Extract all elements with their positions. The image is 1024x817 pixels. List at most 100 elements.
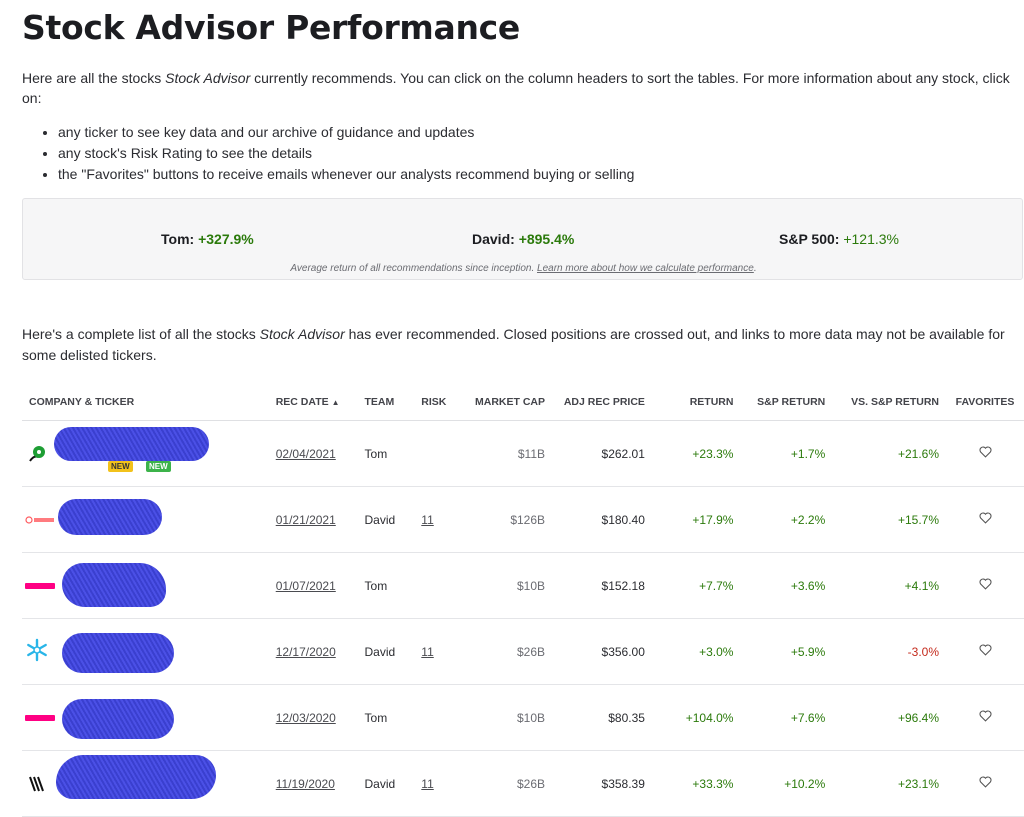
vs-sp-return-cell: +96.4% [832,684,947,751]
david-performance: David: +895.4% [472,231,575,247]
header-vs-sp-return[interactable]: vs. S&P Return [832,384,947,421]
performance-summary: Tom: +327.9% David: +895.4% S&P 500: +12… [22,198,1023,280]
rec-date-link[interactable]: 12/03/2020 [276,711,336,725]
return-cell: +23.3% [651,420,741,487]
risk-cell[interactable] [414,684,464,751]
company-cell[interactable] [22,750,269,817]
table-row: 12/17/2020 David 11 $26B $356.00 +3.0% +… [22,618,1024,685]
adj-rec-price-cell: $356.00 [552,618,652,685]
heart-outline-icon[interactable] [979,710,992,725]
company-cell[interactable] [22,486,269,553]
airbnb-logo-icon [24,509,58,531]
sp-return-cell: +7.6% [740,684,833,751]
instruction-item: the "Favorites" buttons to receive email… [58,164,634,185]
lemonade-logo-icon [24,575,56,597]
company-cell[interactable] [22,684,269,751]
market-cap-cell: $10B [463,552,553,619]
company-cell[interactable]: NEW NEW [22,420,269,487]
company-cell[interactable] [22,618,269,685]
team-cell: David [357,750,415,817]
redacted-company-name [62,563,166,607]
redacted-company-name [54,427,209,461]
risk-rating-link[interactable]: 11 [421,645,433,659]
header-sp-return[interactable]: S&P Return [740,384,833,421]
market-cap-cell: $126B [463,486,553,553]
market-cap-cell: $11B [463,420,553,487]
company-cell[interactable] [22,552,269,619]
sp-return-cell: +3.6% [740,552,833,619]
market-cap-cell: $26B [463,618,553,685]
adj-rec-price-cell: $80.35 [552,684,652,751]
rec-date-link[interactable]: 11/19/2020 [276,777,335,791]
vs-sp-return-cell: +21.6% [832,420,947,487]
rec-date-link[interactable]: 01/21/2021 [276,513,336,527]
table-header-row: Company & Ticker Rec Date ▲ Team Risk Mar… [22,384,1024,421]
rec-date-link[interactable]: 01/07/2021 [276,579,336,593]
lemonade-logo-icon [24,707,56,729]
header-rec-date[interactable]: Rec Date ▲ [268,384,358,421]
zebra-logo-icon [24,773,50,795]
team-cell: Tom [357,684,415,751]
header-company[interactable]: Company & Ticker [22,384,269,421]
table-row: NEW NEW 02/04/2021 Tom $11B $262.01 +23.… [22,420,1024,487]
status-badge: NEW [146,461,171,472]
learn-more-link[interactable]: Learn more about how we calculate perfor… [537,263,754,274]
vs-sp-return-cell: +23.1% [832,750,947,817]
header-risk[interactable]: Risk [414,384,464,421]
team-cell: Tom [357,552,415,619]
heart-outline-icon[interactable] [979,512,992,527]
rec-date-link[interactable]: 02/04/2021 [276,447,336,461]
risk-cell[interactable] [414,420,464,487]
risk-rating-link[interactable]: 11 [421,513,433,527]
sp-return-cell: +1.7% [740,420,833,487]
risk-cell[interactable]: 11 [414,750,464,817]
vs-sp-return-cell: +15.7% [832,486,947,553]
risk-cell[interactable]: 11 [414,486,464,553]
tom-performance: Tom: +327.9% [161,231,254,247]
market-cap-cell: $10B [463,684,553,751]
rec-date-link[interactable]: 12/17/2020 [276,645,336,659]
heart-outline-icon[interactable] [979,446,992,461]
header-adj-rec-price[interactable]: Adj Rec Price [552,384,652,421]
redacted-company-name [58,499,162,535]
vs-sp-return-cell: +4.1% [832,552,947,619]
header-favorites[interactable]: Favorites [946,384,1024,421]
heart-outline-icon[interactable] [979,644,992,659]
risk-rating-link[interactable]: 11 [421,777,433,791]
performance-note: Average return of all recommendations si… [290,263,757,274]
risk-cell[interactable]: 11 [414,618,464,685]
sp500-performance: S&P 500: +121.3% [779,231,900,247]
table-row: 01/07/2021 Tom $10B $152.18 +7.7% +3.6% … [22,552,1024,619]
redacted-company-name [62,699,174,739]
adj-rec-price-cell: $262.01 [552,420,652,487]
return-cell: +7.7% [651,552,741,619]
sp-return-cell: +5.9% [740,618,833,685]
sp-return-cell: +2.2% [740,486,833,553]
new-badge: NEW [108,461,133,472]
return-cell: +3.0% [651,618,741,685]
return-cell: +104.0% [651,684,741,751]
recommendations-table: Company & Ticker Rec Date ▲ Team Risk Mar… [22,384,1024,817]
risk-cell[interactable] [414,552,464,619]
heart-outline-icon[interactable] [979,578,992,593]
team-cell: David [357,618,415,685]
adj-rec-price-cell: $180.40 [552,486,652,553]
table-row: 11/19/2020 David 11 $26B $358.39 +33.3% … [22,750,1024,817]
sp-return-cell: +10.2% [740,750,833,817]
instructions-list: any ticker to see key data and our archi… [22,122,634,185]
market-cap-cell: $26B [463,750,553,817]
header-team[interactable]: Team [357,384,415,421]
instruction-item: any ticker to see key data and our archi… [58,122,634,143]
table-row: 01/21/2021 David 11 $126B $180.40 +17.9%… [22,486,1024,553]
snowflake-logo-icon [24,638,50,662]
sort-ascending-icon: ▲ [331,398,340,407]
page-title: Stock Advisor Performance [22,8,521,47]
header-return[interactable]: Return [651,384,741,421]
adj-rec-price-cell: $358.39 [552,750,652,817]
header-market-cap[interactable]: Market Cap [463,384,553,421]
list-intro-paragraph: Here's a complete list of all the stocks… [22,326,1005,363]
instruction-item: any stock's Risk Rating to see the detai… [58,143,634,164]
vs-sp-return-cell: -3.0% [832,618,947,685]
intro-paragraph: Here are all the stocks Stock Advisor cu… [22,70,1010,106]
heart-outline-icon[interactable] [979,776,992,791]
